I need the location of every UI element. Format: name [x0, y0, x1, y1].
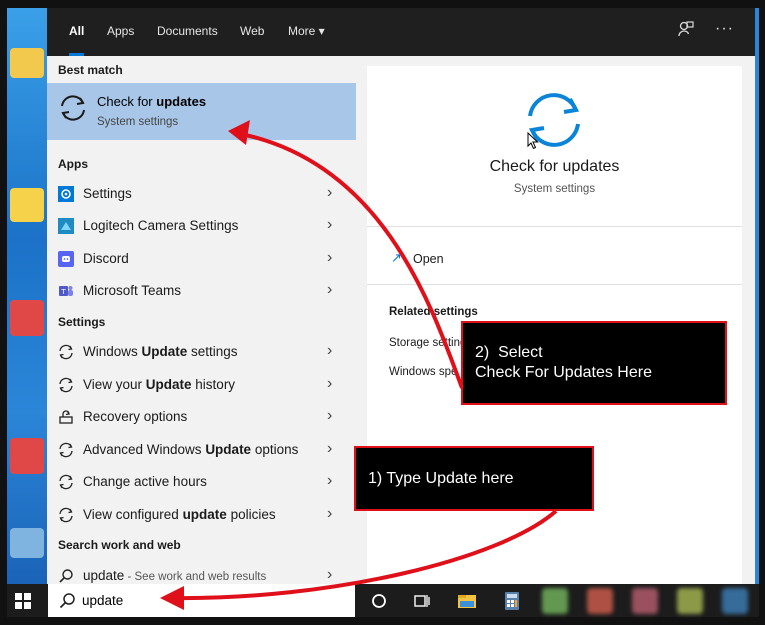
feedback-icon[interactable] — [677, 20, 695, 43]
sync-icon — [59, 344, 73, 360]
best-match-item[interactable]: Check for updates System settings — [47, 83, 356, 140]
annotation-step-1: 1) Type Update here — [354, 446, 594, 511]
setting-item-label: Advanced Windows Update options — [83, 442, 299, 457]
divider — [367, 284, 742, 285]
setting-item-recovery[interactable]: Recovery options › — [47, 401, 356, 433]
chevron-right-icon[interactable]: › — [327, 505, 332, 523]
sync-icon — [59, 474, 73, 490]
open-action[interactable]: Open — [413, 252, 444, 266]
web-result-label: update - See work and web results — [83, 568, 267, 583]
app-item-teams[interactable]: T Microsoft Teams › — [47, 275, 356, 307]
setting-item-active-hours[interactable]: Change active hours › — [47, 466, 356, 498]
taskbar: update — [7, 584, 759, 617]
app-item-label: Logitech Camera Settings — [83, 218, 239, 233]
taskbar-search-box[interactable]: update — [48, 584, 355, 617]
app-item-discord[interactable]: Discord › — [47, 243, 356, 275]
setting-item-label: Windows Update settings — [83, 344, 238, 359]
section-settings: Settings — [58, 315, 106, 329]
teams-icon: T — [59, 286, 73, 296]
open-icon: ↗ — [391, 250, 402, 265]
chevron-right-icon[interactable]: › — [327, 407, 332, 425]
tab-more[interactable]: More ▾ — [288, 8, 325, 56]
best-match-subtitle: System settings — [97, 116, 179, 128]
app-item-settings[interactable]: Settings › — [47, 178, 356, 210]
chevron-right-icon[interactable]: › — [327, 184, 332, 202]
taskbar-app-icon[interactable] — [542, 588, 568, 614]
annotation-step-2: 2) Select Check For Updates Here — [461, 321, 727, 405]
desktop-background — [7, 8, 47, 584]
sync-icon — [59, 442, 73, 458]
tab-documents[interactable]: Documents — [157, 8, 218, 56]
settings-gear-icon — [58, 186, 74, 202]
tab-apps[interactable]: Apps — [107, 8, 134, 56]
sync-icon — [59, 507, 73, 523]
section-apps: Apps — [58, 157, 88, 171]
chevron-right-icon[interactable]: › — [327, 281, 332, 299]
chevron-right-icon[interactable]: › — [327, 216, 332, 234]
search-input[interactable]: update — [82, 593, 123, 608]
taskbar-app-icon[interactable] — [632, 588, 658, 614]
taskbar-app-icon[interactable] — [587, 588, 613, 614]
windows-start-icon[interactable] — [15, 593, 31, 609]
preview-subtitle: System settings — [513, 183, 596, 195]
divider — [367, 226, 742, 227]
discord-icon — [58, 251, 74, 267]
chevron-right-icon[interactable]: › — [327, 440, 332, 458]
logitech-camera-icon — [58, 218, 74, 234]
app-item-logitech[interactable]: Logitech Camera Settings › — [47, 210, 356, 242]
chevron-right-icon[interactable]: › — [327, 375, 332, 393]
setting-item-update-history[interactable]: View your Update history › — [47, 369, 356, 401]
calculator-icon[interactable] — [502, 591, 522, 611]
results-list: Best match Check for updates System sett… — [47, 56, 356, 584]
setting-item-update-policies[interactable]: View configured update policies › — [47, 499, 356, 531]
app-item-label: Microsoft Teams — [83, 283, 182, 298]
app-item-label: Settings — [83, 186, 132, 201]
tab-all[interactable]: All — [69, 8, 85, 56]
preview-title: Check for updates — [489, 158, 620, 175]
sync-icon — [59, 377, 73, 393]
setting-item-advanced-update[interactable]: Advanced Windows Update options › — [47, 434, 356, 466]
cortana-icon[interactable] — [369, 591, 389, 611]
section-search-web: Search work and web — [58, 538, 181, 552]
chevron-right-icon[interactable]: › — [327, 342, 332, 360]
search-icon — [59, 593, 75, 609]
tab-web[interactable]: Web — [240, 8, 264, 56]
setting-item-label: Recovery options — [83, 409, 188, 424]
setting-item-label: View configured update policies — [83, 507, 276, 522]
search-icon — [59, 569, 73, 583]
svg-text:T: T — [60, 288, 66, 296]
section-best-match: Best match — [58, 63, 123, 77]
sync-icon — [61, 95, 85, 121]
related-link-storage[interactable]: Storage setting — [389, 337, 466, 349]
mouse-cursor-icon — [527, 132, 539, 150]
chevron-right-icon[interactable]: › — [327, 472, 332, 490]
more-options-icon[interactable]: ··· — [715, 20, 734, 38]
setting-item-label: Change active hours — [83, 474, 207, 489]
taskbar-app-icon[interactable] — [722, 588, 748, 614]
app-item-label: Discord — [83, 251, 129, 266]
recovery-icon — [59, 410, 73, 424]
chevron-right-icon[interactable]: › — [327, 249, 332, 267]
related-settings-heading: Related settings — [389, 306, 478, 318]
search-filter-bar: All Apps Documents Web More ▾ ··· — [47, 8, 755, 56]
task-view-icon[interactable] — [412, 591, 432, 611]
taskbar-app-icon[interactable] — [677, 588, 703, 614]
setting-item-windows-update[interactable]: Windows Update settings › — [47, 336, 356, 368]
related-link-windows[interactable]: Windows spe — [389, 366, 457, 378]
best-match-title: Check for updates — [97, 94, 207, 109]
chevron-right-icon[interactable]: › — [327, 566, 332, 584]
file-explorer-icon[interactable] — [457, 591, 477, 611]
setting-item-label: View your Update history — [83, 377, 236, 392]
